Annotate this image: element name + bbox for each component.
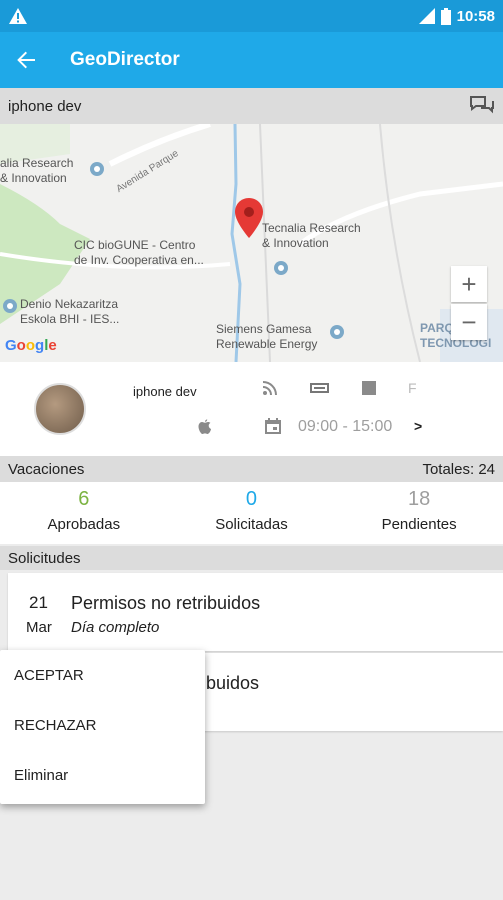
map-label: CIC bioGUNE - Centro de Inv. Cooperativa … (74, 238, 204, 267)
device-header: iphone dev (0, 88, 503, 124)
place-pin-icon (90, 162, 104, 176)
stat-value: 18 (407, 488, 431, 510)
rss-icon (262, 381, 277, 396)
signal-icon (418, 8, 435, 24)
more-button[interactable]: > (414, 418, 422, 434)
map-view[interactable]: alia Research & Innovation Tecnalia Resea… (0, 124, 503, 362)
request-subtitle: Día completo (71, 619, 160, 636)
vacations-title: Vacaciones (8, 460, 85, 478)
stat-label: Aprobadas (47, 516, 121, 533)
google-logo: Google (5, 337, 57, 354)
stat-label: Solicitadas (215, 516, 288, 533)
flag-label: F (408, 380, 417, 396)
calendar-icon (265, 418, 281, 434)
place-pin-icon (274, 261, 288, 275)
reject-menu-item[interactable]: RECHAZAR (0, 700, 205, 750)
map-label: Siemens Gamesa Renewable Energy (216, 322, 318, 351)
avatar (34, 383, 86, 435)
page-title: GeoDirector (70, 49, 180, 70)
map-label: alia Research & Innovation (0, 156, 74, 185)
stat-label: Pendientes (381, 516, 457, 533)
accept-menu-item[interactable]: ACEPTAR (0, 650, 205, 700)
request-title: ribuidos (196, 673, 260, 693)
status-bar: 10:58 (0, 0, 503, 32)
stat-value: 6 (78, 488, 90, 510)
device-profile: iphone dev F 09:00 - 15:00 > (0, 362, 503, 456)
stat-value: 0 (245, 488, 258, 510)
apple-icon (198, 419, 211, 434)
app-bar: GeoDirector (0, 32, 503, 88)
arrow-left-icon[interactable] (0, 32, 54, 88)
vacation-stats: 6 Aprobadas 0 Solicitadas 18 Pendientes (0, 482, 503, 544)
zoom-in-button[interactable]: + (451, 266, 487, 302)
context-menu: ACEPTAR RECHAZAR Eliminar (0, 650, 205, 804)
stat-requested[interactable]: 0 Solicitadas (168, 482, 336, 544)
request-day: 21 (29, 593, 48, 612)
device-name: iphone dev (133, 384, 197, 399)
place-pin-icon (3, 299, 17, 313)
place-pin-icon (330, 325, 344, 339)
map-marker-icon[interactable] (234, 198, 264, 238)
vacations-header: Vacaciones Totales: 24 (0, 456, 503, 482)
clock: 10:58 (456, 7, 495, 25)
square-icon (362, 381, 376, 395)
request-month: Mar (26, 619, 52, 636)
device-title: iphone dev (8, 97, 82, 115)
requests-title: Solicitudes (8, 549, 81, 567)
device-status-icons: F (262, 380, 417, 396)
chat-bubbles-icon[interactable] (469, 95, 495, 117)
zoom-out-button[interactable]: − (451, 304, 487, 340)
stat-approved[interactable]: 6 Aprobadas (0, 482, 168, 544)
warning-icon (9, 8, 27, 24)
map-label: Denio Nekazaritza Eskola BHI - IES... (20, 297, 120, 326)
map-label: Tecnalia Research & Innovation (262, 221, 361, 250)
battery-icon (310, 383, 329, 393)
requests-header: Solicitudes (0, 546, 503, 570)
vacations-total: Totales: 24 (422, 460, 495, 478)
battery-status-icon (440, 7, 451, 25)
delete-menu-item[interactable]: Eliminar (0, 750, 205, 800)
request-title: Permisos no retribuidos (71, 593, 261, 613)
request-card[interactable]: 21 Mar Permisos no retribuidos Día compl… (8, 573, 503, 651)
stat-pending[interactable]: 18 Pendientes (335, 482, 503, 544)
schedule-hours: 09:00 - 15:00 (298, 418, 393, 435)
